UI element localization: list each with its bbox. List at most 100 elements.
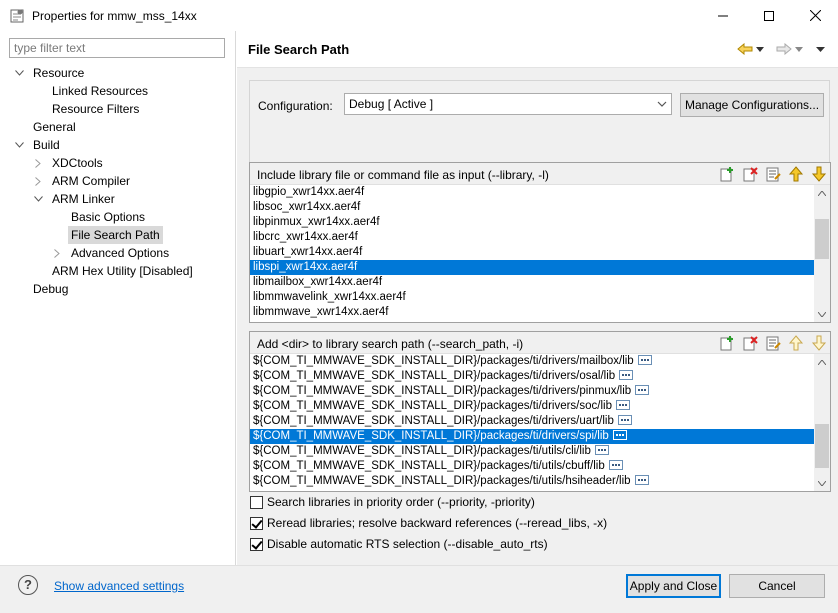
minimize-button[interactable] [700,0,746,31]
more-icon[interactable] [615,399,630,410]
collapse-icon[interactable] [33,190,43,208]
disable-rts-checkbox[interactable] [250,537,263,551]
tree-item-xdctools[interactable]: XDCtools [52,154,103,172]
list-item[interactable]: libmailbox_xwr14xx.aer4f [250,275,814,290]
scrollbar-thumb[interactable] [815,424,829,468]
priority-option[interactable]: Search libraries in priority order (--pr… [250,494,535,510]
list-item[interactable]: libuart_xwr14xx.aer4f [250,245,814,260]
list-item-text: ${COM_TI_MMWAVE_SDK_INSTALL_DIR}/package… [253,475,631,487]
list-item[interactable]: libsoc_xwr14xx.aer4f [250,200,814,215]
priority-checkbox[interactable] [250,495,263,509]
tree-item-advanced-options[interactable]: Advanced Options [71,244,169,262]
reread-label: Reread libraries; resolve backward refer… [267,516,608,530]
scroll-down-icon[interactable] [814,475,830,491]
more-icon[interactable] [608,459,623,470]
list-item-text: ${COM_TI_MMWAVE_SDK_INSTALL_DIR}/package… [253,415,614,427]
tree-item-build[interactable]: Build [33,136,60,154]
edit-icon[interactable] [765,166,781,182]
list-item[interactable]: ${COM_TI_MMWAVE_SDK_INSTALL_DIR}/package… [250,414,814,429]
list-item[interactable]: libcrc_xwr14xx.aer4f [250,230,814,245]
list-item[interactable]: libgpio_xwr14xx.aer4f [250,185,814,200]
more-icon[interactable] [637,354,652,365]
list-item[interactable]: ${COM_TI_MMWAVE_SDK_INSTALL_DIR}/package… [250,399,814,414]
manage-configurations-button[interactable]: Manage Configurations... [680,93,824,117]
tree-item-arm-hex-utility[interactable]: ARM Hex Utility [Disabled] [52,262,193,280]
page-header: File Search Path [237,31,838,68]
chevron-down-icon [657,94,667,120]
show-advanced-settings-link[interactable]: Show advanced settings [54,579,184,593]
help-icon[interactable]: ? [18,575,38,595]
list-item-text: ${COM_TI_MMWAVE_SDK_INSTALL_DIR}/package… [253,355,634,367]
forward-arrow-icon[interactable] [775,40,793,58]
more-icon[interactable] [634,474,649,485]
tree-item-resource[interactable]: Resource [33,64,84,82]
search-path-scrollbar[interactable] [814,354,830,491]
more-icon[interactable] [612,429,627,440]
list-item[interactable]: ${COM_TI_MMWAVE_SDK_INSTALL_DIR}/package… [250,369,814,384]
scrollbar-thumb[interactable] [815,219,829,259]
tree-item-arm-linker[interactable]: ARM Linker [52,190,115,208]
reread-checkbox[interactable] [250,516,263,530]
scroll-up-icon[interactable] [814,185,830,201]
collapse-icon[interactable] [14,136,24,154]
edit-icon[interactable] [765,335,781,351]
reread-option[interactable]: Reread libraries; resolve backward refer… [250,515,607,531]
expand-icon[interactable] [52,244,62,262]
more-icon[interactable] [617,414,632,425]
list-item[interactable]: ${COM_TI_MMWAVE_SDK_INSTALL_DIR}/package… [250,459,814,474]
more-icon[interactable] [635,384,650,395]
list-item[interactable]: libmmwavelink_xwr14xx.aer4f [250,290,814,305]
scroll-up-icon[interactable] [814,354,830,370]
filter-input[interactable] [9,38,225,58]
list-item[interactable]: ${COM_TI_MMWAVE_SDK_INSTALL_DIR}/package… [250,444,814,459]
list-item-text: ${COM_TI_MMWAVE_SDK_INSTALL_DIR}/package… [253,430,609,442]
list-item-text: ${COM_TI_MMWAVE_SDK_INSTALL_DIR}/package… [253,400,612,412]
list-item-selected[interactable]: ${COM_TI_MMWAVE_SDK_INSTALL_DIR}/package… [250,429,814,444]
back-dropdown-icon[interactable] [755,40,765,58]
list-item[interactable]: libmmwave_xwr14xx.aer4f [250,305,814,320]
list-item[interactable]: ${COM_TI_MMWAVE_SDK_INSTALL_DIR}/package… [250,384,814,399]
list-item-text: ${COM_TI_MMWAVE_SDK_INSTALL_DIR}/package… [253,460,605,472]
search-path-list[interactable]: ${COM_TI_MMWAVE_SDK_INSTALL_DIR}/package… [250,354,814,491]
configuration-select[interactable]: Debug [ Active ] [344,93,672,115]
cancel-button[interactable]: Cancel [729,574,825,598]
disable-rts-option[interactable]: Disable automatic RTS selection (--disab… [250,536,548,552]
navigation-pane: Resource Linked Resources Resource Filte… [0,31,236,565]
delete-icon[interactable] [742,166,758,182]
scroll-down-icon[interactable] [814,306,830,322]
add-icon[interactable] [719,166,735,182]
tree-item-arm-compiler[interactable]: ARM Compiler [52,172,130,190]
forward-dropdown-icon[interactable] [794,40,804,58]
list-item[interactable]: libpinmux_xwr14xx.aer4f [250,215,814,230]
tree-item-debug[interactable]: Debug [33,280,68,298]
more-icon[interactable] [619,369,634,380]
library-list[interactable]: libgpio_xwr14xx.aer4f libsoc_xwr14xx.aer… [250,185,814,322]
tree-item-general[interactable]: General [33,118,76,136]
maximize-button[interactable] [746,0,792,31]
list-item[interactable]: ${COM_TI_MMWAVE_SDK_INSTALL_DIR}/package… [250,354,814,369]
delete-icon[interactable] [742,335,758,351]
list-item-selected[interactable]: libspi_xwr14xx.aer4f [250,260,814,275]
move-up-icon[interactable] [788,166,804,182]
add-icon[interactable] [719,335,735,351]
tree-item-basic-options[interactable]: Basic Options [71,208,145,226]
library-list-scrollbar[interactable] [814,185,830,322]
move-down-icon[interactable] [811,335,827,351]
view-menu-icon[interactable] [814,40,826,58]
minimize-icon [718,15,728,16]
expand-icon[interactable] [33,154,43,172]
tree-item-resource-filters[interactable]: Resource Filters [52,100,139,118]
more-icon[interactable] [594,444,609,455]
collapse-icon[interactable] [14,64,24,82]
back-arrow-icon[interactable] [736,40,754,58]
list-item[interactable]: ${COM_TI_MMWAVE_SDK_INSTALL_DIR}/package… [250,474,814,489]
apply-and-close-button[interactable]: Apply and Close [626,574,721,598]
tree-item-linked-resources[interactable]: Linked Resources [52,82,148,100]
library-list-header: Include library file or command file as … [250,163,830,185]
move-up-icon[interactable] [788,335,804,351]
move-down-icon[interactable] [811,166,827,182]
maximize-icon [764,10,774,21]
expand-icon[interactable] [33,172,43,190]
tree-item-file-search-path[interactable]: File Search Path [68,226,163,244]
close-button[interactable] [792,0,838,31]
